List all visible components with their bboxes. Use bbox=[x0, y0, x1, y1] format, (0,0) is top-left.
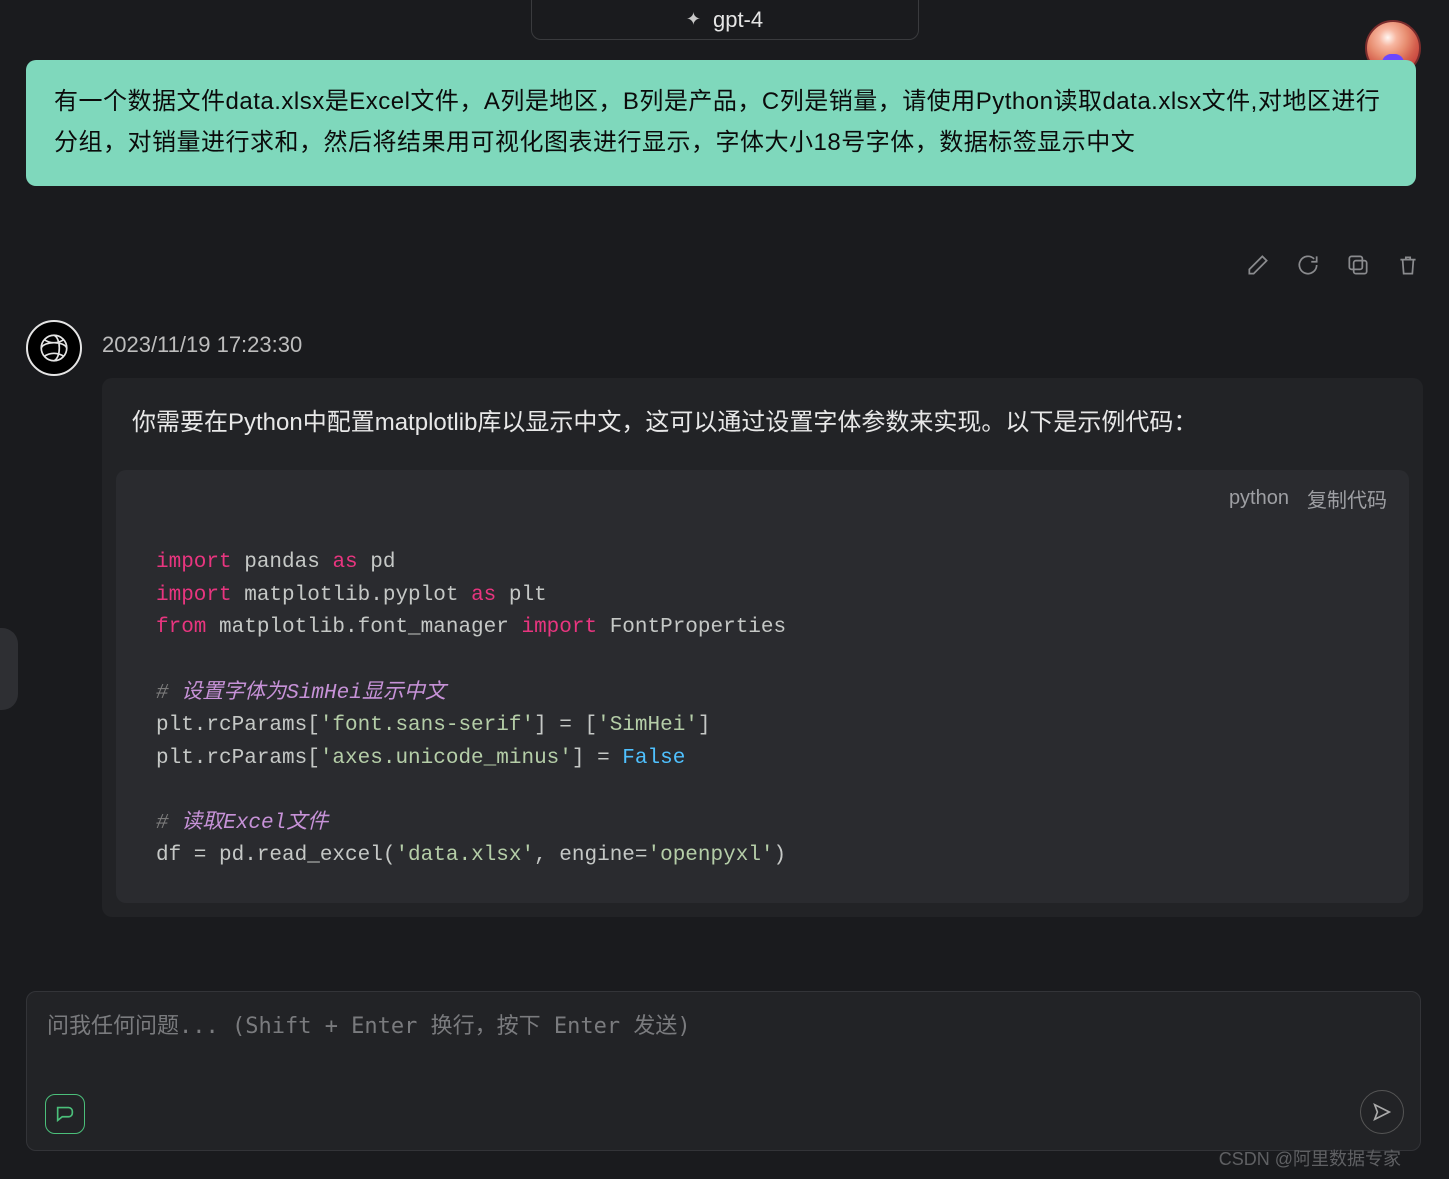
companion-icon[interactable] bbox=[45, 1094, 85, 1134]
assistant-text: 你需要在Python中配置matplotlib库以显示中文，这可以通过设置字体参… bbox=[102, 404, 1423, 464]
chat-input[interactable] bbox=[47, 1010, 1400, 1100]
regenerate-icon[interactable] bbox=[1295, 252, 1321, 278]
code-language: python bbox=[1229, 487, 1289, 510]
send-button[interactable] bbox=[1360, 1090, 1404, 1134]
copy-icon[interactable] bbox=[1345, 252, 1371, 278]
model-selector[interactable]: ✦ gpt-4 bbox=[531, 0, 919, 40]
chat-input-area bbox=[26, 991, 1421, 1151]
model-label: gpt-4 bbox=[713, 7, 763, 33]
edit-icon[interactable] bbox=[1245, 252, 1271, 278]
code-header: python 复制代码 bbox=[116, 470, 1409, 523]
side-collapse-handle[interactable] bbox=[0, 628, 18, 710]
assistant-avatar bbox=[26, 320, 82, 376]
message-actions bbox=[1245, 252, 1421, 278]
assistant-body: 你需要在Python中配置matplotlib库以显示中文，这可以通过设置字体参… bbox=[102, 378, 1423, 917]
delete-icon[interactable] bbox=[1395, 252, 1421, 278]
code-content[interactable]: import pandas as pd import matplotlib.py… bbox=[116, 523, 1409, 902]
sparkle-icon: ✦ bbox=[686, 9, 701, 30]
code-block: python 复制代码 import pandas as pd import m… bbox=[116, 470, 1409, 902]
assistant-timestamp: 2023/11/19 17:23:30 bbox=[102, 332, 302, 358]
watermark: CSDN @阿里数据专家 bbox=[1219, 1145, 1401, 1171]
copy-code-button[interactable]: 复制代码 bbox=[1307, 484, 1387, 513]
user-message-bubble: 有一个数据文件data.xlsx是Excel文件，A列是地区，B列是产品，C列是… bbox=[26, 60, 1416, 186]
user-message-text: 有一个数据文件data.xlsx是Excel文件，A列是地区，B列是产品，C列是… bbox=[54, 88, 1380, 156]
assistant-message: 2023/11/19 17:23:30 你需要在Python中配置matplot… bbox=[26, 320, 1423, 376]
